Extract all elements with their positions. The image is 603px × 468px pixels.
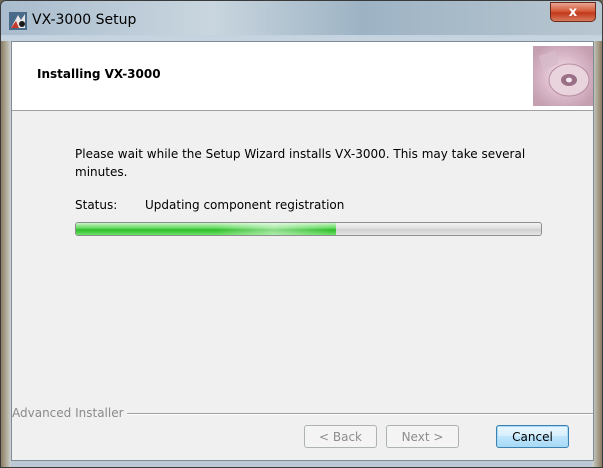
window-title: VX-3000 Setup	[32, 12, 137, 28]
install-progress-bar	[75, 222, 542, 236]
advanced-installer-brand: Advanced Installer	[12, 406, 127, 420]
installer-disc-icon	[533, 46, 593, 106]
setup-window: VX-3000 Setup x Installing VX-3000 Pleas…	[0, 0, 603, 468]
close-button[interactable]: x	[550, 2, 596, 22]
installer-app-icon	[9, 12, 27, 30]
next-button[interactable]: Next >	[386, 425, 459, 448]
wizard-client-area: Installing VX-3000 Please wait while the…	[11, 41, 594, 461]
page-title: Installing VX-3000	[37, 67, 161, 81]
wizard-header: Installing VX-3000	[12, 42, 593, 111]
wait-message: Please wait while the Setup Wizard insta…	[75, 147, 526, 179]
close-icon: x	[568, 4, 578, 20]
back-button[interactable]: < Back	[304, 425, 377, 448]
status-label: Status:	[75, 198, 118, 212]
status-value: Updating component registration	[145, 198, 345, 212]
window-border-left	[1, 41, 11, 467]
progress-shine	[215, 223, 332, 235]
cancel-button[interactable]: Cancel	[496, 425, 569, 448]
title-bar[interactable]: VX-3000 Setup x	[1, 1, 602, 35]
